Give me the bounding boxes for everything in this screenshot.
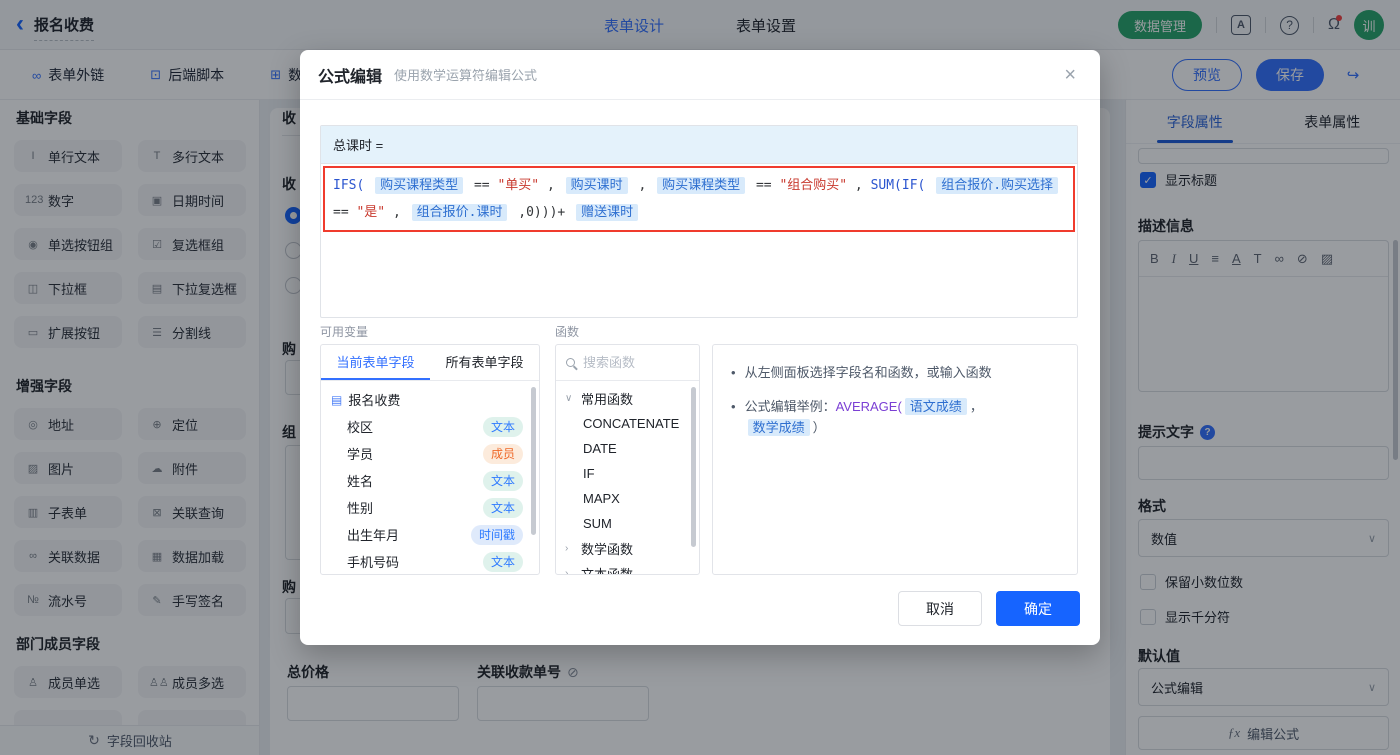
function-item[interactable]: DATE (556, 436, 699, 461)
example-field: 数学成绩 (747, 419, 810, 436)
function-item[interactable]: SUM (556, 511, 699, 536)
variables-tab[interactable]: 所有表单字段 (430, 345, 539, 380)
scrollbar[interactable] (531, 387, 536, 535)
function-search-input[interactable] (583, 355, 675, 370)
formula-token[interactable]: == (333, 205, 349, 220)
tip-text: 从左侧面板选择字段名和函数，或输入函数 (744, 365, 992, 380)
formula-input-area[interactable]: IFS( 购买课程类型 == "单买" , 购买课时 , 购买课程类型 == "… (321, 164, 1077, 317)
formula-token[interactable]: "单买" (497, 178, 539, 193)
variables-label: 可用变量 (320, 325, 369, 339)
tips-panel: • 从左侧面板选择字段名和函数，或输入函数 • 公式编辑举例：AVERAGE(语… (712, 344, 1078, 575)
variable-name: 出生年月 (347, 528, 400, 543)
formula-token[interactable]: 组合报价.课时 (411, 204, 508, 221)
variable-item[interactable]: 出生年月 时间戳 (321, 521, 539, 548)
variable-name: 性别 (347, 501, 374, 516)
variable-type-badge: 时间戳 (470, 524, 523, 545)
function-group-label: 常用函数 (581, 392, 634, 407)
formula-token[interactable]: , (638, 178, 646, 193)
functions-label: 函数 (555, 325, 580, 339)
example-field: 语文成绩 (904, 398, 967, 415)
variable-name: 校区 (347, 420, 374, 435)
functions-list: ∨ 常用函数 CONCATENATE DATE IF MAPX SUM › 数学… (556, 381, 699, 575)
variables-tabs: 当前表单字段 所有表单字段 (321, 345, 539, 381)
app-root: ‹ 报名收费 表单设计 表单设置 数据管理 A ? Ω 训 ∞ 表单外链 ⊡ 后… (0, 0, 1400, 755)
scrollbar[interactable] (691, 387, 696, 547)
modal-header: 公式编辑 使用数学运算符编辑公式 × (300, 50, 1100, 100)
formula-token[interactable]: == (756, 178, 772, 193)
variable-type-badge: 文本 (482, 497, 523, 518)
example-function: AVERAGE( (835, 399, 902, 414)
formula-editor: 总课时 = IFS( 购买课程类型 == "单买" , 购买课时 , 购买课程类… (320, 125, 1078, 318)
variable-name: 姓名 (347, 474, 374, 489)
tip-item: • 从左侧面板选择字段名和函数，或输入函数 (731, 362, 1059, 383)
formula-token[interactable]: SUM(IF( (871, 178, 926, 193)
function-item[interactable]: CONCATENATE (556, 411, 699, 436)
formula-target: 总课时 = (321, 126, 1077, 164)
variable-type-badge: 文本 (482, 551, 523, 572)
variables-tab[interactable]: 当前表单字段 (321, 345, 430, 380)
formula-token[interactable]: 赠送课时 (576, 204, 639, 221)
formula-token[interactable]: 组合报价.购买选择 (936, 177, 1059, 194)
formula-token[interactable]: IFS( (333, 178, 364, 193)
variable-name: 手机号码 (347, 555, 400, 570)
variable-item[interactable]: 手机号码 文本 (321, 548, 539, 574)
variable-item[interactable]: 性别 文本 (321, 494, 539, 521)
formula-edit-modal: 公式编辑 使用数学运算符编辑公式 × 总课时 = IFS( 购买课程类型 == … (300, 50, 1100, 645)
function-group[interactable]: › 数学函数 (556, 536, 699, 561)
formula-highlight-box[interactable]: IFS( 购买课程类型 == "单买" , 购买课时 , 购买课程类型 == "… (323, 166, 1075, 232)
formula-token[interactable]: 购买课程类型 (375, 177, 464, 194)
form-root-label: 报名收费 (348, 393, 401, 408)
caret-right-icon: › (565, 568, 569, 575)
tip-example: 公式编辑举例：AVERAGE(语文成绩 ，数学成绩） (744, 398, 983, 436)
function-group-label: 文本函数 (581, 567, 634, 575)
doc-icon: ▤ (331, 392, 343, 407)
function-item[interactable]: MAPX (556, 486, 699, 511)
variable-type-badge: 成员 (482, 443, 523, 464)
formula-token[interactable]: , (855, 178, 863, 193)
formula-token[interactable]: == (474, 178, 490, 193)
caret-down-icon: ∨ (565, 393, 573, 404)
function-group[interactable]: › 文本函数 (556, 561, 699, 575)
functions-panel: ∨ 常用函数 CONCATENATE DATE IF MAPX SUM › (555, 344, 700, 575)
function-group-label: 数学函数 (581, 542, 634, 557)
variable-item[interactable]: 姓名 文本 (321, 467, 539, 494)
formula-token[interactable]: "组合购买" (779, 178, 847, 193)
modal-title: 公式编辑 (318, 68, 383, 86)
formula-token[interactable]: , (547, 178, 555, 193)
variable-type-badge: 文本 (482, 416, 523, 437)
variable-item[interactable]: 校区 文本 (321, 413, 539, 440)
confirm-button[interactable]: 确定 (996, 591, 1080, 626)
function-search (556, 345, 699, 381)
formula-token[interactable]: "是" (356, 205, 385, 220)
variable-type-badge: 文本 (482, 470, 523, 491)
close-icon[interactable]: × (1064, 65, 1076, 85)
search-icon (566, 358, 575, 367)
variables-list: ▤ 报名收费 校区 文本 学员 成员 姓名 文本 性别 文本 出生年月 时间戳 … (321, 381, 539, 574)
cancel-button[interactable]: 取消 (898, 591, 982, 626)
formula-token[interactable]: 购买课程类型 (657, 177, 746, 194)
variables-panel: 当前表单字段 所有表单字段 ▤ 报名收费 校区 文本 学员 成员 姓名 文本 性… (320, 344, 540, 575)
tip-item: • 公式编辑举例：AVERAGE(语文成绩 ，数学成绩） (731, 396, 1059, 438)
caret-right-icon: › (565, 543, 569, 554)
modal-subtitle: 使用数学运算符编辑公式 (394, 68, 538, 83)
formula-token[interactable]: ,0)))+ (518, 205, 565, 220)
form-root-item[interactable]: ▤ 报名收费 (321, 386, 539, 413)
function-group-common[interactable]: ∨ 常用函数 (556, 386, 699, 411)
variable-name: 学员 (347, 447, 374, 462)
function-item[interactable]: IF (556, 461, 699, 486)
variable-item[interactable]: 学员 成员 (321, 440, 539, 467)
formula-token[interactable]: 购买课时 (565, 177, 628, 194)
formula-token[interactable]: , (393, 205, 401, 220)
